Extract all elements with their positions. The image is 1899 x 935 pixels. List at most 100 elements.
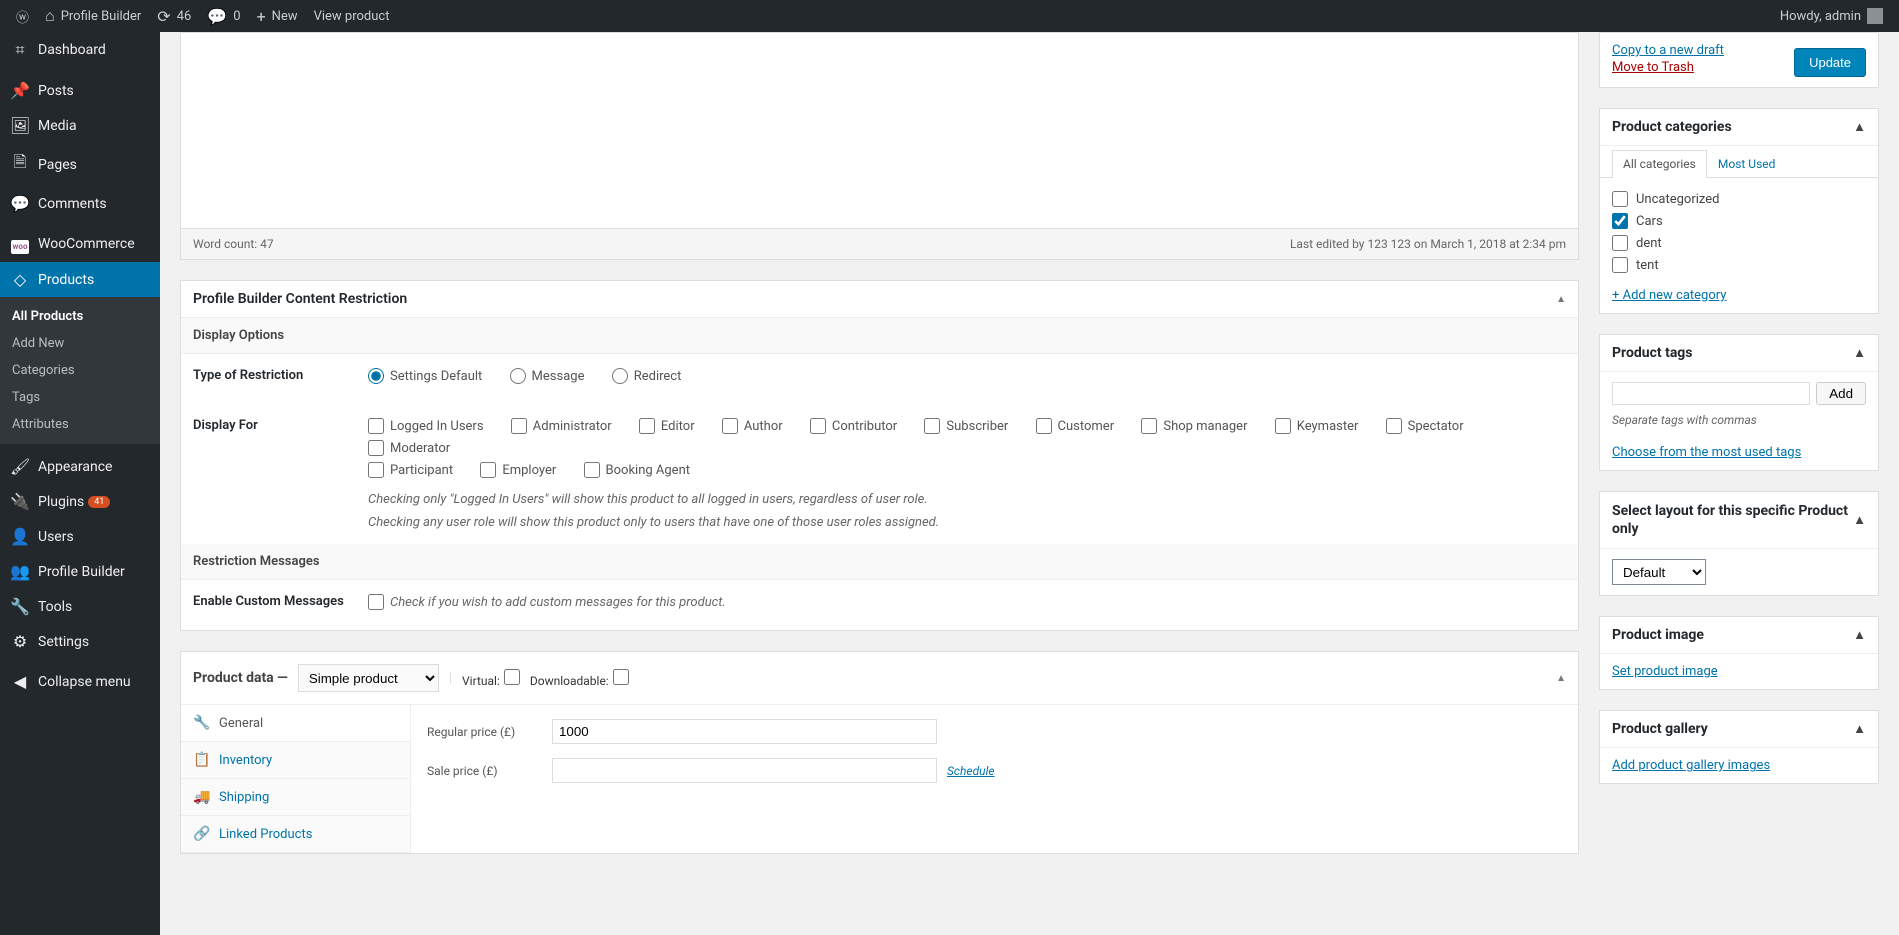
menu-products[interactable]: ◇Products [0, 262, 160, 297]
page-icon: 🗎 [10, 151, 30, 178]
role-contributor[interactable]: Contributor [810, 418, 897, 434]
custom-messages-label: Enable Custom Messages [193, 594, 368, 609]
menu-woocommerce[interactable]: wooWooCommerce [0, 226, 160, 262]
site-name-link[interactable]: ⌂Profile Builder [37, 0, 149, 32]
role-participant[interactable]: Participant [368, 462, 453, 478]
tab-all-categories[interactable]: All categories [1612, 150, 1707, 178]
menu-dashboard[interactable]: ⌗Dashboard [0, 32, 160, 68]
cat-cars[interactable]: Cars [1612, 210, 1866, 232]
editor-area: Word count: 47 Last edited by 123 123 on… [180, 32, 1579, 260]
tab-general[interactable]: 🔧General [181, 705, 410, 742]
add-new-category-link[interactable]: + Add new category [1612, 288, 1726, 303]
menu-posts[interactable]: 📌Posts [0, 73, 160, 108]
toggle-icon[interactable]: ▲ [1556, 673, 1566, 684]
menu-comments[interactable]: 💬Comments [0, 186, 160, 221]
role-moderator[interactable]: Moderator [368, 440, 450, 456]
submenu-add-new[interactable]: Add New [0, 330, 160, 357]
toggle-icon[interactable]: ▲ [1853, 119, 1866, 135]
role-subscriber[interactable]: Subscriber [924, 418, 1008, 434]
cat-tent[interactable]: tent [1612, 254, 1866, 276]
link-icon: 🔗 [193, 826, 209, 842]
menu-settings[interactable]: ⚙Settings [0, 624, 160, 659]
help-text-1: Checking only "Logged In Users" will sho… [368, 492, 1566, 507]
product-tabs: 🔧General 📋Inventory 🚚Shipping 🔗Linked Pr… [181, 705, 411, 853]
woo-icon: woo [10, 234, 30, 254]
toggle-icon[interactable]: ▲ [1853, 345, 1866, 361]
menu-tools[interactable]: 🔧Tools [0, 589, 160, 624]
toggle-icon[interactable]: ▲ [1853, 512, 1866, 528]
radio-settings-default[interactable]: Settings Default [368, 368, 482, 384]
regular-price-input[interactable] [552, 719, 937, 744]
plug-icon: 🔌 [10, 492, 30, 511]
add-tag-button[interactable]: Add [1816, 382, 1866, 405]
wrench-icon: 🔧 [193, 715, 209, 731]
tab-shipping[interactable]: 🚚Shipping [181, 779, 410, 816]
set-image-link[interactable]: Set product image [1612, 664, 1718, 679]
menu-appearance[interactable]: 🖌Appearance [0, 449, 160, 484]
role-shop-manager[interactable]: Shop manager [1141, 418, 1247, 434]
product-type-select[interactable]: Simple product [298, 664, 439, 692]
refresh-icon: ⟳ [157, 7, 170, 26]
role-logged-in[interactable]: Logged In Users [368, 418, 484, 434]
new-content-link[interactable]: +New [249, 0, 306, 32]
tag-input[interactable] [1612, 382, 1810, 405]
tab-linked-products[interactable]: 🔗Linked Products [181, 816, 410, 853]
editor-body[interactable] [181, 33, 1578, 228]
collapse-menu[interactable]: ◀Collapse menu [0, 664, 160, 699]
role-editor[interactable]: Editor [639, 418, 695, 434]
tags-box: Product tags▲ Add Separate tags with com… [1599, 334, 1879, 471]
schedule-link[interactable]: Schedule [947, 764, 995, 778]
menu-users[interactable]: 👤Users [0, 519, 160, 554]
submenu-attributes[interactable]: Attributes [0, 411, 160, 438]
account-link[interactable]: Howdy, admin [1772, 0, 1891, 32]
layout-title: Select layout for this specific Product … [1612, 502, 1853, 538]
submenu-all-products[interactable]: All Products [0, 303, 160, 330]
plugins-badge: 41 [88, 496, 110, 508]
role-spectator[interactable]: Spectator [1386, 418, 1464, 434]
wp-logo[interactable]: ⓦ [8, 0, 37, 32]
toggle-icon[interactable]: ▲ [1853, 721, 1866, 737]
radio-redirect[interactable]: Redirect [612, 368, 682, 384]
virtual-checkbox[interactable] [504, 669, 520, 685]
cat-uncategorized[interactable]: Uncategorized [1612, 188, 1866, 210]
view-product-link[interactable]: View product [306, 0, 398, 32]
role-administrator[interactable]: Administrator [511, 418, 612, 434]
menu-plugins[interactable]: 🔌Plugins41 [0, 484, 160, 519]
role-keymaster[interactable]: Keymaster [1275, 418, 1359, 434]
role-author[interactable]: Author [722, 418, 783, 434]
toggle-icon[interactable]: ▲ [1853, 627, 1866, 643]
menu-media[interactable]: 🖼Media [0, 108, 160, 143]
display-for-label: Display For [193, 418, 368, 433]
tab-inventory[interactable]: 📋Inventory [181, 742, 410, 779]
updates-link[interactable]: ⟳46 [149, 0, 199, 32]
submenu-tags[interactable]: Tags [0, 384, 160, 411]
custom-messages-checkbox[interactable]: Check if you wish to add custom messages… [368, 594, 726, 610]
role-booking-agent[interactable]: Booking Agent [584, 462, 691, 478]
categories-title: Product categories [1612, 119, 1732, 135]
update-button[interactable]: Update [1794, 48, 1866, 77]
sale-price-input[interactable] [552, 758, 937, 783]
move-trash-link[interactable]: Move to Trash [1612, 60, 1724, 75]
menu-pages[interactable]: 🗎Pages [0, 143, 160, 186]
downloadable-label[interactable]: Downloadable: [530, 669, 629, 688]
settings-icon: ⚙ [10, 632, 30, 651]
toggle-icon[interactable]: ▲ [1556, 294, 1566, 305]
tab-most-used[interactable]: Most Used [1707, 150, 1787, 177]
submenu-categories[interactable]: Categories [0, 357, 160, 384]
role-customer[interactable]: Customer [1036, 418, 1115, 434]
radio-message[interactable]: Message [510, 368, 585, 384]
brush-icon: 🖌 [10, 457, 30, 476]
layout-select[interactable]: Default [1612, 559, 1706, 585]
tag-help-text: Separate tags with commas [1612, 413, 1866, 427]
role-employer[interactable]: Employer [480, 462, 556, 478]
cat-dent[interactable]: dent [1612, 232, 1866, 254]
menu-profile-builder[interactable]: 👥Profile Builder [0, 554, 160, 589]
virtual-label[interactable]: Virtual: [462, 669, 520, 688]
add-gallery-link[interactable]: Add product gallery images [1612, 758, 1770, 773]
comments-link[interactable]: 💬0 [199, 0, 248, 32]
comments-count: 0 [233, 9, 240, 24]
plus-icon: + [257, 7, 266, 26]
copy-draft-link[interactable]: Copy to a new draft [1612, 43, 1724, 58]
choose-tags-link[interactable]: Choose from the most used tags [1612, 445, 1801, 460]
downloadable-checkbox[interactable] [613, 669, 629, 685]
